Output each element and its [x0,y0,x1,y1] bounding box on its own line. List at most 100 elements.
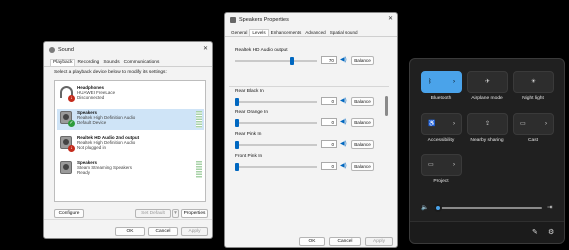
balance-button[interactable]: Balance [351,118,374,127]
configure-button[interactable]: Configure [54,209,84,218]
level-name: Front Pink In [235,154,263,159]
tab-advanced[interactable]: Advanced [303,30,327,36]
settings-icon[interactable]: ⚙ [548,228,554,236]
speaker-icon: ↓ [60,136,75,152]
level-name: Rear Pink In [235,132,262,137]
chevron-right-icon[interactable]: › [545,121,547,127]
sound-titlebar[interactable]: Sound [44,42,212,58]
device-status: Disconnected [77,95,105,101]
apply-button[interactable]: Apply [181,227,208,236]
nearby-sharing-tile[interactable]: ⇪ [467,113,508,135]
tile-label: Nearby sharing [470,138,504,143]
properties-button[interactable]: Properties [181,209,208,218]
level-slider-track[interactable] [235,101,317,103]
accessibility-icon: ♿ [428,121,436,127]
speaker-icon [60,161,74,175]
tile-label: Bluetooth [430,96,452,101]
tab-communications[interactable]: Communications [122,60,162,66]
ok-button[interactable]: OK [115,227,145,236]
level-meter [196,161,202,178]
chevron-right-icon[interactable]: › [453,121,455,127]
set-default-button[interactable]: Set Default [135,209,171,218]
cancel-button[interactable]: Cancel [329,237,361,246]
speaker-icon[interactable]: ◀) [340,97,348,105]
set-default-dropdown[interactable]: ▼ [172,209,179,218]
level-value[interactable]: 0 [321,97,337,105]
tab-enhancements[interactable]: Enhancements [269,30,304,36]
level-slider-thumb[interactable] [289,57,294,65]
tile-label: Night light [522,96,544,101]
level-slider-thumb[interactable] [235,141,239,149]
edit-icon[interactable]: ✎ [532,228,538,236]
tile-label: Cast [527,138,539,143]
level-slider-track[interactable] [235,144,317,146]
audio-output-icon[interactable]: ⇥ [547,203,552,211]
tab-spatial-sound[interactable]: Spatial sound [328,30,360,36]
level-slider-track[interactable] [235,166,317,168]
tab-general[interactable]: General [229,30,249,36]
speakers-properties-dialog: Speakers Properties ✕ General Levels Enh… [224,12,398,248]
level-name: Rear Black In [235,89,264,94]
project-tile[interactable]: ▭ › [421,154,462,176]
tab-levels[interactable]: Levels [249,29,269,36]
device-realtek-2nd-output[interactable]: ↓ Realtek HD Audio 2nd output Realtek Hi… [57,134,204,155]
playback-device-list[interactable]: ↓ Headphones HUAWEI FreeLace Disconnecte… [54,80,206,202]
level-value[interactable]: 0 [321,162,337,170]
close-icon[interactable]: ✕ [388,15,393,22]
chevron-right-icon[interactable]: › [453,79,455,85]
tab-recording[interactable]: Recording [75,60,101,66]
device-headphones[interactable]: ↓ Headphones HUAWEI FreeLace Disconnecte… [57,84,204,105]
level-slider-thumb[interactable] [235,98,239,106]
divider [229,86,389,87]
close-icon[interactable]: ✕ [203,45,208,52]
headphones-icon: ↓ [60,86,75,102]
device-status: Not plugged in [77,145,107,151]
tile-label: Accessibility [427,138,455,143]
sound-tabs: Playback Recording Sounds Communications [44,58,212,67]
share-icon: ⇪ [484,121,491,127]
playback-description: Select a playback device below to modify… [54,70,167,75]
chevron-right-icon[interactable]: › [453,162,455,168]
sound-app-icon [49,47,55,53]
cast-tile[interactable]: ▭ › [513,113,554,135]
balance-button[interactable]: Balance [351,140,374,149]
volume-slider-track[interactable] [434,207,542,209]
speaker-icon[interactable]: 🔈 [421,204,428,211]
device-steam-speakers[interactable]: Speakers Steam Streaming Speakers Ready [57,159,204,180]
airplane-mode-tile[interactable]: ✈ [467,71,508,93]
bluetooth-icon: ᛒ [428,79,432,85]
default-check-icon: ✓ [68,120,75,127]
device-speakers-selected[interactable]: ✓ Speakers Realtek High Definition Audio… [57,109,204,130]
level-slider-thumb[interactable] [235,119,239,127]
sound-dialog: Sound ✕ Playback Recording Sounds Commun… [43,41,213,239]
cancel-button[interactable]: Cancel [148,227,178,236]
props-titlebar[interactable]: Speakers Properties [225,13,397,27]
balance-button[interactable]: Balance [351,97,374,106]
level-slider-track[interactable] [235,60,317,62]
balance-button[interactable]: Balance [351,162,374,171]
project-icon: ▭ [428,162,434,168]
speaker-icon[interactable]: ◀) [340,56,348,64]
unplugged-badge-icon: ↓ [68,145,75,152]
tab-playback[interactable]: Playback [50,59,76,66]
speaker-icon[interactable]: ◀) [340,162,348,170]
props-tabs: General Levels Enhancements Advanced Spa… [225,27,397,37]
ok-button[interactable]: OK [299,237,325,246]
level-slider-track[interactable] [235,122,317,124]
speaker-icon[interactable]: ◀) [340,140,348,148]
night-light-tile[interactable]: ☀ [513,71,554,93]
level-value[interactable]: 0 [321,118,337,126]
scrollbar[interactable] [385,96,388,116]
bluetooth-tile[interactable]: ᛒ › [421,71,462,93]
balance-button[interactable]: Balance [351,56,374,65]
volume-slider-thumb[interactable] [434,204,443,212]
level-value[interactable]: 70 [321,56,337,64]
sound-title: Sound [58,47,74,53]
apply-button[interactable]: Apply [365,237,393,246]
night-light-icon: ☀ [530,79,537,85]
speaker-icon[interactable]: ◀) [340,118,348,126]
level-slider-thumb[interactable] [235,163,239,171]
accessibility-tile[interactable]: ♿ › [421,113,462,135]
tab-sounds[interactable]: Sounds [101,60,121,66]
level-value[interactable]: 0 [321,140,337,148]
